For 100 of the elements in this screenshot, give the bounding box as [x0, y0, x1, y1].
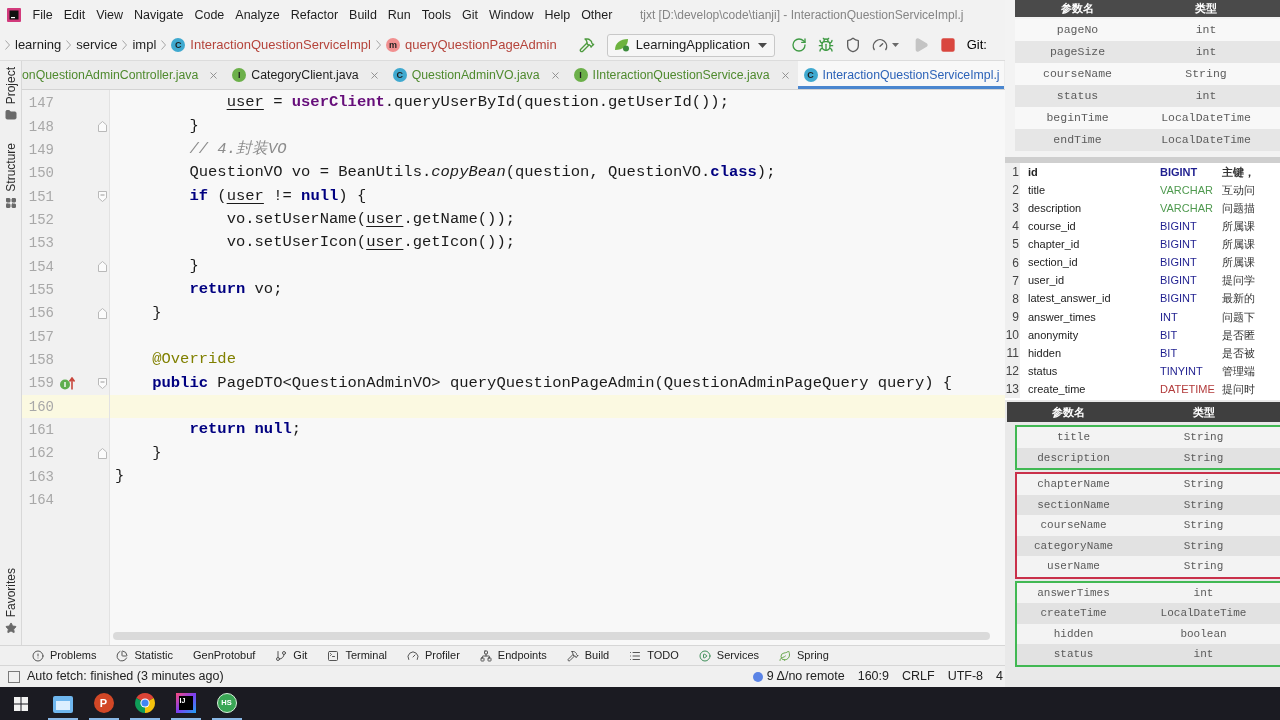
breadcrumb-item[interactable]: service: [72, 35, 122, 55]
tool-window-button[interactable]: Build: [566, 647, 610, 664]
tool-window-button[interactable]: Structure: [4, 143, 17, 210]
play-circle-icon: [698, 649, 711, 662]
app-window-icon[interactable]: [52, 696, 73, 713]
caret-position[interactable]: 160:9: [857, 667, 889, 686]
editor-tab[interactable]: C QuestionAdminVO.java: [386, 61, 568, 89]
menu-item[interactable]: Tools: [416, 0, 457, 30]
table-cell-text: LocalDateTime: [1159, 606, 1248, 621]
code-editor[interactable]: [22, 90, 1005, 645]
fold-marker-icon[interactable]: [98, 447, 107, 459]
tool-window-button[interactable]: Git: [275, 647, 308, 664]
fold-marker-icon[interactable]: [98, 307, 107, 319]
tool-window-button[interactable]: Services: [698, 647, 759, 664]
stop-icon[interactable]: [939, 37, 956, 53]
editor-tab[interactable]: onQuestionAdminController.java: [22, 61, 227, 89]
tool-window-button[interactable]: Terminal: [327, 647, 387, 664]
table-cell-text: int: [1194, 88, 1218, 105]
column-type: BIGINT: [1160, 219, 1198, 235]
code-line: public PageDTO<QuestionAdminVO> queryQuestionPageAdmin(QuestionAdminPageQuery query) {: [151, 375, 953, 392]
menu-item[interactable]: View: [90, 0, 129, 30]
browser-icon[interactable]: [134, 693, 155, 713]
column-type: BIGINT: [1160, 255, 1198, 271]
code-line: vo.setUserName(user.getName());: [225, 212, 515, 228]
table-cell-text: pageNo: [1055, 22, 1100, 39]
tool-window-button[interactable]: Spring: [779, 647, 829, 664]
column-type: BIT: [1160, 345, 1179, 361]
square-icon[interactable]: [8, 670, 20, 683]
fold-marker-icon[interactable]: [98, 191, 107, 203]
column-comment: 所属课: [1222, 219, 1255, 235]
horizontal-scrollbar[interactable]: [113, 632, 990, 640]
menu-item[interactable]: Run: [382, 0, 417, 30]
column-comment: 是否被: [1222, 345, 1255, 361]
menu-item[interactable]: Refactor: [285, 0, 344, 30]
breadcrumb-item[interactable]: impl: [128, 35, 161, 55]
editor-tab[interactable]: I IInteractionQuestionService.java: [567, 61, 798, 89]
line-number: 163: [28, 469, 54, 484]
line-number: 156: [28, 306, 54, 321]
menu-item[interactable]: Window: [483, 0, 539, 30]
menu-item[interactable]: Other: [575, 0, 618, 30]
table-cell-text: String: [1182, 450, 1225, 466]
menu-item[interactable]: Build: [343, 0, 383, 30]
line-number: 152: [28, 212, 54, 227]
column-name: create_time: [1028, 381, 1087, 397]
fold-marker-icon[interactable]: [98, 377, 107, 389]
code-line: }: [115, 468, 125, 485]
breadcrumb-item[interactable]: learning: [11, 35, 66, 55]
rerun-icon[interactable]: [790, 37, 807, 53]
menu-item[interactable]: Edit: [58, 0, 91, 30]
close-icon[interactable]: [779, 69, 791, 81]
table-cell-text: sectionName: [1036, 497, 1111, 513]
table-cell-text: description: [1036, 450, 1111, 466]
hammer-icon[interactable]: [578, 37, 595, 53]
tool-window-button[interactable]: Endpoints: [479, 647, 547, 664]
line-separator[interactable]: CRLF: [901, 667, 935, 686]
vcs-status[interactable]: 9 Δ/no remote: [766, 667, 845, 686]
tool-window-button[interactable]: Favorites: [4, 567, 17, 634]
menu-item[interactable]: Navigate: [128, 0, 189, 30]
vcs-label: Git:: [966, 36, 987, 55]
file-encoding[interactable]: UTF-8: [947, 667, 984, 686]
chevron-right-icon: [161, 40, 167, 50]
indent-setting[interactable]: 4: [996, 667, 1003, 686]
menu-item[interactable]: Code: [188, 0, 230, 30]
breadcrumb-item[interactable]: C InteractionQuestionServiceImpl: [167, 35, 375, 55]
caret-down-icon: [757, 42, 767, 48]
gauge-icon[interactable]: [871, 37, 888, 53]
tool-window-button[interactable]: Profiler: [407, 647, 460, 664]
shield-icon[interactable]: [844, 37, 861, 53]
code-line: return null;: [188, 422, 302, 438]
menu-item[interactable]: Analyze: [229, 0, 286, 30]
table-cell-text: chapterName: [1036, 477, 1111, 492]
line-number: 13: [1005, 380, 1020, 399]
line-number: 153: [28, 236, 54, 251]
table-cell-text: beginTime: [1045, 110, 1110, 127]
tool-window-button[interactable]: Problems: [32, 647, 97, 664]
presentation-app-icon[interactable]: P: [93, 693, 114, 713]
fold-marker-icon[interactable]: [98, 261, 107, 273]
menu-item[interactable]: Git: [456, 0, 484, 30]
close-icon[interactable]: [208, 69, 220, 81]
line-number: 155: [28, 282, 54, 297]
close-icon[interactable]: [549, 69, 561, 81]
bug-icon[interactable]: [817, 37, 834, 53]
close-icon[interactable]: [368, 69, 380, 81]
tool-window-button[interactable]: Statistic: [116, 647, 173, 664]
column-comment: 所属课: [1222, 237, 1255, 253]
tool-window-button[interactable]: GenProtobuf: [193, 647, 256, 664]
tool-window-button[interactable]: TODO: [629, 647, 679, 664]
gutter-marker-icon[interactable]: [60, 376, 75, 390]
tool-window-button[interactable]: Project: [4, 67, 17, 122]
fold-marker-icon[interactable]: [98, 121, 107, 132]
editor-tab[interactable]: I CategoryClient.java: [226, 61, 387, 89]
menu-item[interactable]: File: [27, 0, 59, 30]
editor-tab[interactable]: C InteractionQuestionServiceImpl.j: [797, 61, 1004, 89]
menu-item[interactable]: Help: [538, 0, 576, 30]
window-title: tjxt [D:\develop\code\tianji] - InteractionQuestionServiceImpl.j: [639, 7, 964, 24]
table-cell-text: String: [1182, 497, 1225, 513]
line-number: 149: [28, 142, 54, 157]
table-cell-text: int: [1192, 585, 1215, 601]
run-configuration-dropdown[interactable]: LearningApplication: [606, 33, 775, 57]
breadcrumb-item[interactable]: m queryQuestionPageAdmin: [381, 35, 561, 55]
